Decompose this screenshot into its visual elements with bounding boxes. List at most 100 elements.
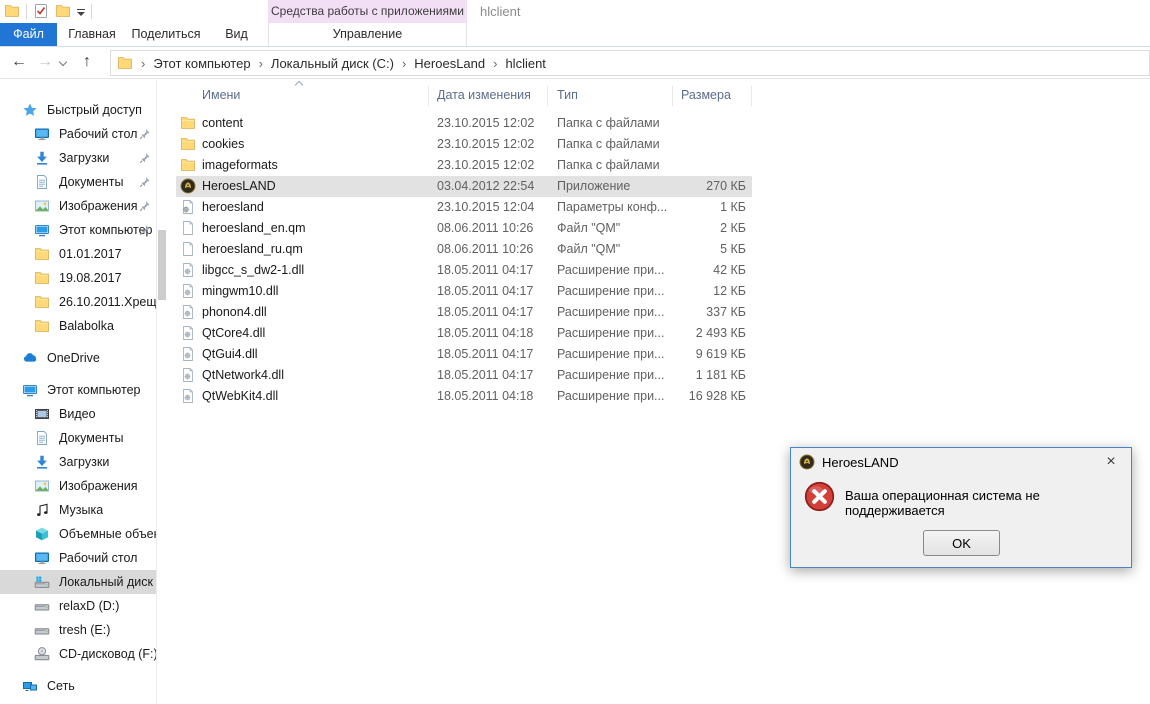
new-folder-icon[interactable] xyxy=(55,3,71,19)
sidebar-item-folder[interactable]: Balabolka xyxy=(0,314,156,338)
breadcrumb-chevron-icon[interactable]: › xyxy=(487,56,503,71)
desktop-icon xyxy=(34,126,50,142)
table-row[interactable]: QtWebKit4.dll 18.05.2011 04:18 Расширени… xyxy=(176,386,752,407)
column-header-date[interactable]: Дата изменения xyxy=(437,88,531,102)
sidebar-item-label: Сеть xyxy=(47,679,75,693)
table-row[interactable]: QtCore4.dll 18.05.2011 04:18 Расширение … xyxy=(176,323,752,344)
column-separator[interactable] xyxy=(428,86,429,106)
ok-button[interactable]: OK xyxy=(923,530,1000,556)
file-type: Папка с файлами xyxy=(557,113,669,134)
folder-icon xyxy=(34,270,50,286)
column-separator[interactable] xyxy=(751,86,752,106)
table-row[interactable]: imageformats 23.10.2015 12:02 Папка с фа… xyxy=(176,155,752,176)
sidebar-item-label: Рабочий стол xyxy=(59,551,137,565)
back-icon[interactable]: ← xyxy=(8,47,30,79)
recent-locations-chevron-icon[interactable] xyxy=(59,58,67,66)
file-name: phonon4.dll xyxy=(202,302,427,323)
sidebar-item-video[interactable]: Видео xyxy=(0,402,156,426)
breadcrumb-chevron-icon[interactable]: › xyxy=(396,56,412,71)
properties-check-icon[interactable] xyxy=(33,3,49,19)
sidebar-item-drive[interactable]: relaxD (D:) xyxy=(0,594,156,618)
table-row[interactable]: content 23.10.2015 12:02 Папка с файлами xyxy=(176,113,752,134)
dialog-close-icon[interactable]: × xyxy=(1100,451,1122,473)
sidebar-item-desktop[interactable]: Рабочий стол xyxy=(0,546,156,570)
sidebar-item-desktop[interactable]: Рабочий стол xyxy=(0,122,156,146)
sidebar-item-pictures[interactable]: Изображения xyxy=(0,474,156,498)
sidebar-item-objects-3d[interactable]: Объемные объекты xyxy=(0,522,156,546)
dialog-titlebar[interactable]: HeroesLAND xyxy=(791,448,1131,476)
sidebar-scrollbar[interactable] xyxy=(158,230,166,300)
pin-icon xyxy=(139,152,151,164)
sidebar-item-documents[interactable]: Документы xyxy=(0,426,156,450)
objects-3d-icon xyxy=(34,526,50,542)
sidebar-item-drive[interactable]: tresh (E:) xyxy=(0,618,156,642)
sort-ascending-icon[interactable] xyxy=(295,81,303,89)
table-row[interactable]: mingwm10.dll 18.05.2011 04:17 Расширение… xyxy=(176,281,752,302)
sidebar-item-folder[interactable]: 01.01.2017 xyxy=(0,242,156,266)
file-date: 08.06.2011 10:26 xyxy=(437,239,552,260)
sidebar-item-label: Документы xyxy=(59,175,123,189)
sidebar-item-network[interactable]: Сеть xyxy=(0,674,156,698)
file-date: 18.05.2011 04:17 xyxy=(437,260,552,281)
sidebar-item-downloads[interactable]: Загрузки xyxy=(0,450,156,474)
tab-home[interactable]: Главная xyxy=(57,23,127,46)
column-header-type[interactable]: Тип xyxy=(557,88,578,102)
sidebar-item-downloads[interactable]: Загрузки xyxy=(0,146,156,170)
sidebar-item-this-pc[interactable]: Этот компьютер xyxy=(0,218,156,242)
address-bar[interactable]: ›Этот компьютер›Локальный диск (C:)›Hero… xyxy=(110,50,1150,76)
sidebar-item-music[interactable]: Музыка xyxy=(0,498,156,522)
downloads-icon xyxy=(34,454,50,470)
music-icon xyxy=(34,502,50,518)
file-name: imageformats xyxy=(202,155,427,176)
dll-icon xyxy=(180,283,196,299)
sidebar-item-cd-drive[interactable]: CD-дисковод (F:) xyxy=(0,642,156,666)
folder-icon xyxy=(180,115,196,131)
pictures-icon xyxy=(34,478,50,494)
breadcrumb-segment[interactable]: hlclient xyxy=(503,56,547,71)
table-row[interactable]: heroesland_ru.qm 08.06.2011 10:26 Файл "… xyxy=(176,239,752,260)
column-separator[interactable] xyxy=(672,86,673,106)
tab-view[interactable]: Вид xyxy=(205,23,268,46)
tab-manage[interactable]: Управление xyxy=(268,23,467,46)
explorer-folder-icon[interactable] xyxy=(4,3,20,19)
tab-share[interactable]: Поделиться xyxy=(127,23,205,46)
column-separator[interactable] xyxy=(547,86,548,106)
table-row[interactable]: heroesland_en.qm 08.06.2011 10:26 Файл "… xyxy=(176,218,752,239)
column-header-name[interactable]: Имени xyxy=(202,88,240,102)
table-row[interactable]: cookies 23.10.2015 12:02 Папка с файлами xyxy=(176,134,752,155)
forward-icon[interactable]: → xyxy=(34,47,56,79)
sidebar-item-label: Balabolka xyxy=(59,319,114,333)
table-row[interactable]: phonon4.dll 18.05.2011 04:17 Расширение … xyxy=(176,302,752,323)
breadcrumb-segment[interactable]: Этот компьютер xyxy=(151,56,252,71)
breadcrumb-segment[interactable]: Локальный диск (C:) xyxy=(269,56,396,71)
qat-separator xyxy=(26,4,27,19)
sidebar-item-pictures[interactable]: Изображения xyxy=(0,194,156,218)
sidebar-item-this-pc[interactable]: Этот компьютер xyxy=(0,378,156,402)
system-drive-icon xyxy=(34,574,50,590)
sidebar-item-system-drive[interactable]: Локальный диск (C:) xyxy=(0,570,156,594)
up-icon[interactable]: ↑ xyxy=(76,47,98,79)
file-date: 23.10.2015 12:04 xyxy=(437,197,552,218)
breadcrumb: ›Этот компьютер›Локальный диск (C:)›Hero… xyxy=(135,56,548,71)
table-row[interactable]: heroesland 23.10.2015 12:04 Параметры ко… xyxy=(176,197,752,218)
sidebar-item-documents[interactable]: Документы xyxy=(0,170,156,194)
table-row[interactable]: QtNetwork4.dll 18.05.2011 04:17 Расширен… xyxy=(176,365,752,386)
table-row[interactable]: HeroesLAND 03.04.2012 22:54 Приложение 2… xyxy=(176,176,752,197)
pin-icon xyxy=(139,176,151,188)
sidebar-item-folder[interactable]: 26.10.2011.Хрещені xyxy=(0,290,156,314)
sidebar-item-label: Рабочий стол xyxy=(59,127,137,141)
breadcrumb-chevron-icon[interactable]: › xyxy=(253,56,269,71)
file-date: 08.06.2011 10:26 xyxy=(437,218,552,239)
sidebar-item-folder[interactable]: 19.08.2017 xyxy=(0,266,156,290)
breadcrumb-chevron-icon[interactable]: › xyxy=(135,56,151,71)
sidebar-item-onedrive[interactable]: OneDrive xyxy=(0,346,156,370)
column-header-size[interactable]: Размера xyxy=(681,88,731,102)
table-row[interactable]: QtGui4.dll 18.05.2011 04:17 Расширение п… xyxy=(176,344,752,365)
quick-access-icon xyxy=(22,102,38,118)
table-row[interactable]: libgcc_s_dw2-1.dll 18.05.2011 04:17 Расш… xyxy=(176,260,752,281)
tab-file[interactable]: Файл xyxy=(0,23,57,46)
breadcrumb-segment[interactable]: HeroesLand xyxy=(412,56,487,71)
sidebar-item-quick-access[interactable]: Быстрый доступ xyxy=(0,98,156,122)
customize-qat-icon[interactable] xyxy=(77,6,85,17)
address-bar-row: ← → ↑ ›Этот компьютер›Локальный диск (C:… xyxy=(0,47,1150,79)
